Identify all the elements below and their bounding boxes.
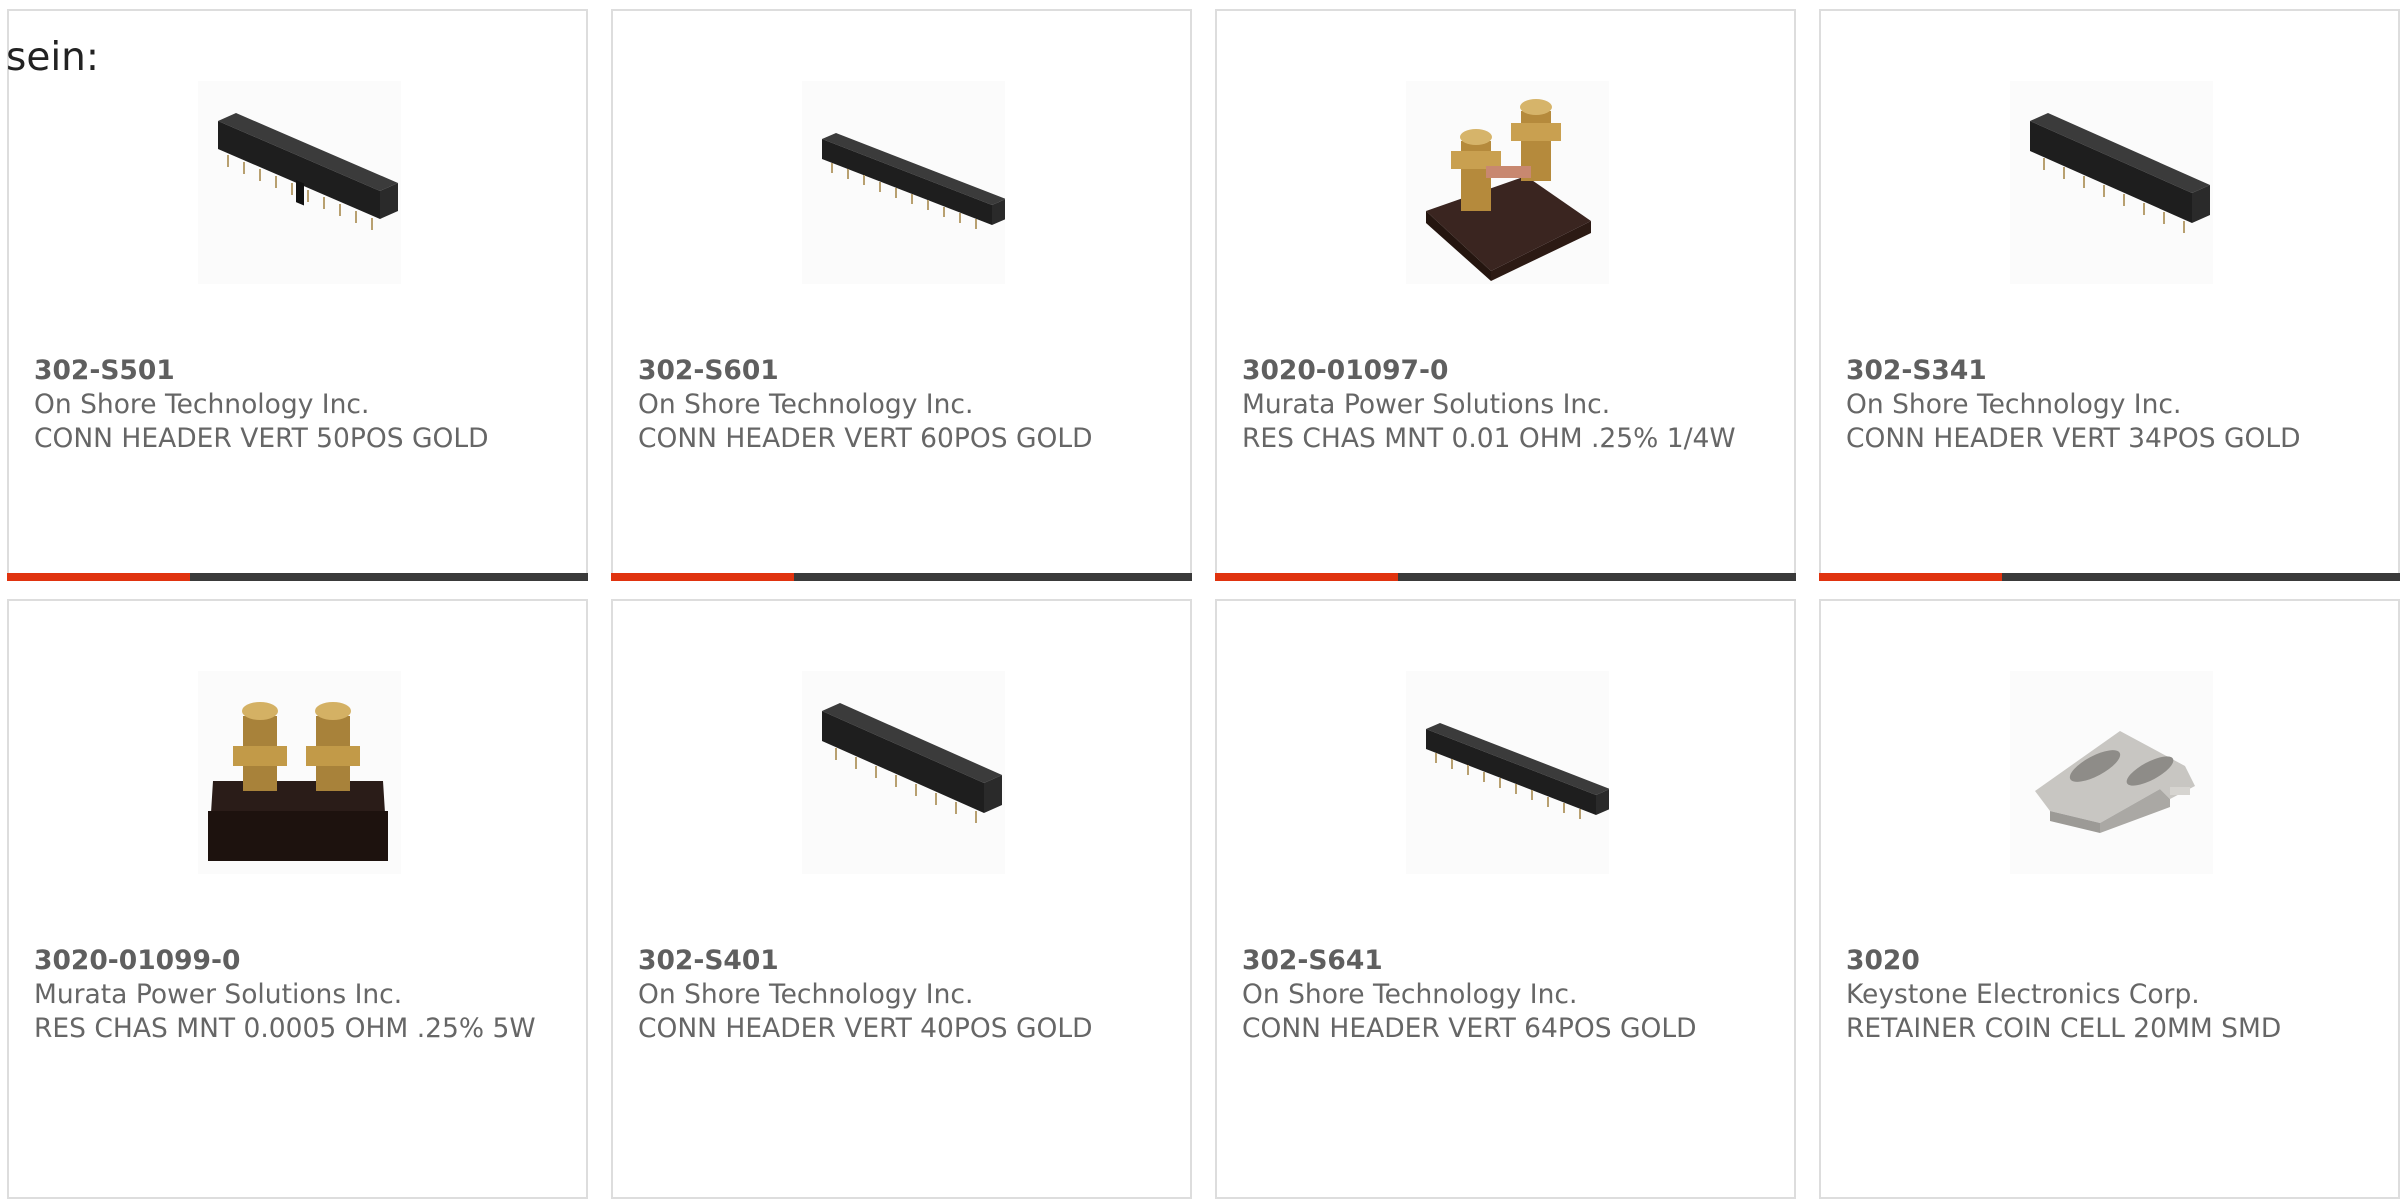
product-image[interactable] xyxy=(198,671,401,874)
part-number[interactable]: 302-S501 xyxy=(34,354,566,388)
header-connector-icon xyxy=(2030,113,2210,233)
bottom-bar-accent xyxy=(611,573,794,581)
part-number[interactable]: 3020-01099-0 xyxy=(34,944,566,978)
product-image[interactable] xyxy=(802,671,1005,874)
product-info: 302-S501 On Shore Technology Inc. CONN H… xyxy=(34,354,566,456)
bottom-bar xyxy=(1819,573,2400,581)
manufacturer: Murata Power Solutions Inc. xyxy=(1242,389,1611,420)
product-image[interactable] xyxy=(2010,671,2213,874)
product-card[interactable]: 302-S401 On Shore Technology Inc. CONN H… xyxy=(611,599,1192,1199)
product-card[interactable]: 3020-01099-0 Murata Power Solutions Inc.… xyxy=(7,599,588,1199)
product-card[interactable]: 302-S641 On Shore Technology Inc. CONN H… xyxy=(1215,599,1796,1199)
bottom-bar xyxy=(7,573,588,581)
manufacturer: On Shore Technology Inc. xyxy=(1242,979,1578,1010)
part-number[interactable]: 3020 xyxy=(1846,944,2378,978)
manufacturer: On Shore Technology Inc. xyxy=(638,979,974,1010)
bottom-bar-accent xyxy=(7,573,190,581)
product-info: 302-S401 On Shore Technology Inc. CONN H… xyxy=(638,944,1170,1046)
product-card[interactable]: 3020 Keystone Electronics Corp. RETAINER… xyxy=(1819,599,2400,1199)
header-connector-icon xyxy=(822,703,1002,823)
description: CONN HEADER VERT 60POS GOLD xyxy=(638,423,1093,454)
shunt-resistor-icon xyxy=(208,702,388,861)
shunt-resistor-icon xyxy=(1426,99,1591,281)
part-number[interactable]: 302-S341 xyxy=(1846,354,2378,388)
product-card[interactable]: 302-S341 On Shore Technology Inc. CONN H… xyxy=(1819,9,2400,581)
product-image[interactable] xyxy=(1406,81,1609,284)
product-card[interactable]: 302-S601 On Shore Technology Inc. CONN H… xyxy=(611,9,1192,581)
part-number[interactable]: 302-S601 xyxy=(638,354,1170,388)
manufacturer: Keystone Electronics Corp. xyxy=(1846,979,2200,1010)
description: CONN HEADER VERT 40POS GOLD xyxy=(638,1013,1093,1044)
manufacturer: On Shore Technology Inc. xyxy=(1846,389,2182,420)
header-connector-icon xyxy=(822,133,1005,229)
manufacturer: On Shore Technology Inc. xyxy=(34,389,370,420)
part-number[interactable]: 302-S641 xyxy=(1242,944,1774,978)
manufacturer: On Shore Technology Inc. xyxy=(638,389,974,420)
bottom-bar xyxy=(1215,573,1796,581)
header-connector-icon xyxy=(1426,723,1609,819)
product-card[interactable]: 302-S501 On Shore Technology Inc. CONN H… xyxy=(7,9,588,581)
product-info: 3020 Keystone Electronics Corp. RETAINER… xyxy=(1846,944,2378,1046)
coin-cell-retainer-icon xyxy=(2035,731,2195,833)
product-info: 302-S341 On Shore Technology Inc. CONN H… xyxy=(1846,354,2378,456)
part-number[interactable]: 302-S401 xyxy=(638,944,1170,978)
product-info: 3020-01099-0 Murata Power Solutions Inc.… xyxy=(34,944,566,1046)
product-image[interactable] xyxy=(2010,81,2213,284)
intro-text: sein: xyxy=(6,35,100,80)
product-info: 3020-01097-0 Murata Power Solutions Inc.… xyxy=(1242,354,1774,456)
bottom-bar-accent xyxy=(1215,573,1398,581)
description: RES CHAS MNT 0.0005 OHM .25% 5W xyxy=(34,1013,536,1044)
bottom-bar xyxy=(611,573,1192,581)
manufacturer: Murata Power Solutions Inc. xyxy=(34,979,403,1010)
product-image[interactable] xyxy=(802,81,1005,284)
description: RES CHAS MNT 0.01 OHM .25% 1/4W xyxy=(1242,423,1736,454)
description: CONN HEADER VERT 34POS GOLD xyxy=(1846,423,2301,454)
product-info: 302-S641 On Shore Technology Inc. CONN H… xyxy=(1242,944,1774,1046)
description: RETAINER COIN CELL 20MM SMD xyxy=(1846,1013,2282,1044)
description: CONN HEADER VERT 64POS GOLD xyxy=(1242,1013,1697,1044)
product-card[interactable]: 3020-01097-0 Murata Power Solutions Inc.… xyxy=(1215,9,1796,581)
product-grid: 302-S501 On Shore Technology Inc. CONN H… xyxy=(7,9,2400,1199)
product-info: 302-S601 On Shore Technology Inc. CONN H… xyxy=(638,354,1170,456)
description: CONN HEADER VERT 50POS GOLD xyxy=(34,423,489,454)
product-image[interactable] xyxy=(198,81,401,284)
bottom-bar-accent xyxy=(1819,573,2002,581)
part-number[interactable]: 3020-01097-0 xyxy=(1242,354,1774,388)
product-image[interactable] xyxy=(1406,671,1609,874)
header-connector-icon xyxy=(218,113,398,230)
